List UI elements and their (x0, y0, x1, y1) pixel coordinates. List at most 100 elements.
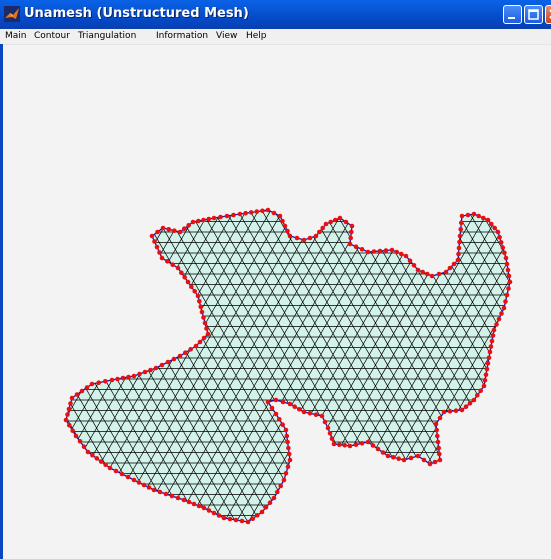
boundary-node (159, 362, 165, 368)
boundary-node (317, 229, 322, 235)
boundary-node (348, 235, 354, 241)
menu-main[interactable]: Main (5, 31, 27, 41)
boundary-node (166, 227, 171, 232)
menu-triangulation[interactable]: Triangulation (78, 31, 136, 41)
boundary-node (254, 209, 260, 214)
maximize-button[interactable] (524, 5, 543, 24)
boundary-node (353, 244, 359, 249)
boundary-node (329, 436, 335, 442)
boundary-node (506, 286, 511, 291)
boundary-node (489, 221, 494, 227)
matlab-logo-icon (4, 6, 20, 22)
mesh-region (66, 210, 510, 522)
boundary-node (248, 210, 254, 215)
boundary-node (301, 409, 307, 415)
mesh-edge-diagonal (517, 190, 551, 540)
boundary-node (182, 275, 187, 280)
boundary-node (152, 239, 157, 244)
boundary-node (151, 487, 157, 493)
boundary-node (221, 515, 227, 521)
mesh-plot[interactable] (3, 45, 551, 559)
boundary-node (205, 331, 211, 337)
boundary-node (281, 477, 287, 483)
mesh-edge-diagonal (517, 190, 551, 540)
boundary-node (425, 271, 430, 277)
boundary-node (492, 225, 498, 231)
boundary-node (481, 215, 486, 221)
boundary-node (456, 245, 462, 251)
menu-help[interactable]: Help (246, 31, 267, 41)
boundary-node (483, 372, 489, 378)
boundary-node (149, 233, 155, 239)
boundary-node (481, 383, 487, 389)
boundary-node (175, 495, 181, 501)
boundary-node (231, 212, 236, 218)
boundary-node (179, 270, 184, 276)
boundary-node (120, 375, 126, 381)
boundary-node (435, 439, 441, 445)
boundary-node (170, 262, 175, 268)
boundary-node (380, 450, 386, 455)
boundary-node (73, 433, 79, 439)
boundary-node (489, 338, 495, 344)
menu-view[interactable]: View (216, 31, 237, 41)
boundary-node (245, 519, 251, 525)
boundary-node (260, 208, 265, 214)
boundary-node (476, 213, 482, 219)
boundary-node (96, 380, 101, 386)
boundary-node (482, 378, 488, 383)
boundary-node (287, 457, 293, 463)
boundary-node (193, 343, 199, 349)
boundary-node (421, 457, 427, 463)
boundary-node (403, 253, 409, 259)
boundary-node (411, 263, 417, 268)
boundary-node (503, 255, 509, 261)
boundary-node (396, 456, 402, 462)
boundary-node (286, 445, 291, 451)
boundary-node (365, 249, 371, 255)
boundary-node (307, 235, 313, 241)
boundary-node (359, 441, 365, 446)
boundary-node (494, 322, 499, 327)
boundary-node (294, 235, 300, 241)
boundary-node (186, 499, 192, 505)
maximize-icon (528, 9, 539, 20)
mesh-edge-diagonal (66, 210, 150, 522)
mesh-edge-diagonal (66, 210, 89, 522)
boundary-node (211, 215, 217, 221)
boundary-node (259, 509, 265, 515)
boundary-node (429, 273, 435, 279)
boundary-node (201, 505, 207, 511)
boundary-node (239, 518, 245, 524)
boundary-node (432, 459, 438, 465)
boundary-node (206, 508, 212, 513)
boundary-node (447, 265, 453, 271)
boundary-node (206, 216, 212, 222)
plot-canvas[interactable] (3, 45, 551, 559)
boundary-node (407, 258, 413, 264)
boundary-node (154, 244, 160, 250)
mesh-edge-diagonal (66, 210, 101, 522)
menu-contour[interactable]: Contour (34, 31, 70, 41)
boundary-node (498, 240, 504, 245)
boundary-node (453, 408, 459, 414)
boundary-node (142, 369, 148, 375)
boundary-node (485, 361, 491, 366)
mesh-edge-diagonal (541, 190, 551, 540)
title-bar[interactable]: Unamesh (Unstructured Mesh) (0, 0, 551, 29)
boundary-node (436, 445, 442, 451)
boundary-node (77, 439, 83, 444)
boundary-node (157, 250, 162, 255)
boundary-node (153, 365, 159, 371)
close-button[interactable] (545, 5, 551, 24)
boundary-node (63, 417, 69, 423)
boundary-node (502, 250, 507, 256)
boundary-node (267, 500, 273, 506)
mesh-edge-diagonal (3, 190, 52, 540)
mesh-edge-diagonal (3, 190, 40, 540)
minimize-button[interactable] (503, 5, 522, 24)
boundary-node (365, 439, 371, 445)
menu-information[interactable]: Information (156, 31, 208, 41)
boundary-node (420, 269, 426, 275)
boundary-node (313, 233, 319, 239)
